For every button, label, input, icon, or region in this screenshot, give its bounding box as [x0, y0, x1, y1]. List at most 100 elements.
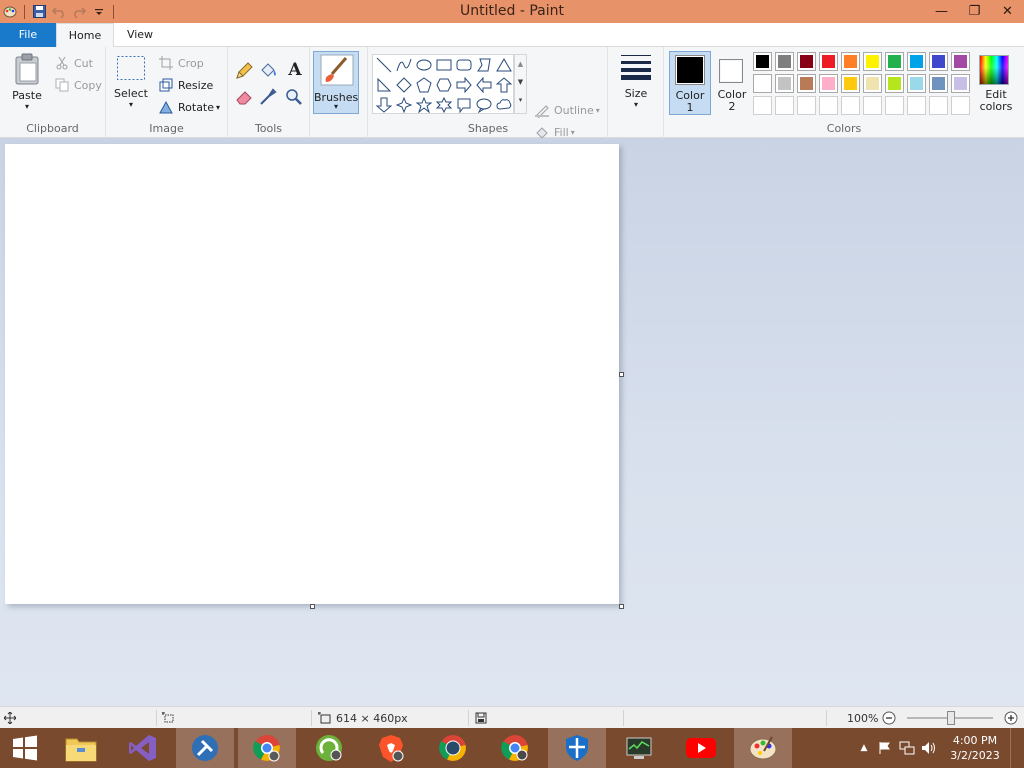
rounded-callout-shape-icon[interactable]: [454, 95, 474, 115]
palette-custom-slot[interactable]: [907, 96, 926, 115]
drawing-canvas[interactable]: [5, 144, 619, 604]
palette-custom-slot[interactable]: [929, 96, 948, 115]
palette-color-swatch[interactable]: [753, 74, 772, 93]
palette-color-swatch[interactable]: [863, 74, 882, 93]
crop-button[interactable]: Crop: [158, 53, 204, 73]
expand-gallery-icon[interactable]: ▾: [515, 91, 526, 109]
rounded-rectangle-shape-icon[interactable]: [454, 55, 474, 75]
outline-button[interactable]: Outline ▾: [534, 100, 600, 120]
palette-color-swatch[interactable]: [929, 74, 948, 93]
palette-color-swatch[interactable]: [775, 74, 794, 93]
zoom-out-button[interactable]: [882, 710, 896, 726]
cut-button[interactable]: Cut: [54, 53, 93, 73]
palette-custom-slot[interactable]: [885, 96, 904, 115]
color2-button[interactable]: Color 2: [714, 51, 750, 115]
resize-button[interactable]: Resize: [158, 75, 213, 95]
canvas-resize-handle-corner[interactable]: [619, 604, 624, 609]
tab-home[interactable]: Home: [56, 23, 114, 48]
close-button[interactable]: ✕: [991, 0, 1024, 23]
zoom-slider-thumb[interactable]: [947, 711, 955, 725]
palette-color-swatch[interactable]: [885, 74, 904, 93]
taskbar-chrome[interactable]: [238, 728, 296, 768]
taskbar-chrome-profile-2[interactable]: [486, 728, 544, 768]
palette-color-swatch[interactable]: [885, 52, 904, 71]
oval-shape-icon[interactable]: [414, 55, 434, 75]
palette-custom-slot[interactable]: [753, 96, 772, 115]
left-arrow-shape-icon[interactable]: [474, 75, 494, 95]
tab-file[interactable]: File: [0, 23, 56, 47]
zoom-slider[interactable]: [907, 710, 993, 726]
show-hidden-icons-icon[interactable]: ▲: [854, 743, 874, 753]
palette-custom-slot[interactable]: [775, 96, 794, 115]
taskbar-visual-studio[interactable]: [114, 728, 172, 768]
show-desktop-button[interactable]: [1010, 728, 1024, 768]
taskbar-tools[interactable]: [176, 728, 234, 768]
down-arrow-shape-icon[interactable]: [374, 95, 394, 115]
size-button[interactable]: Size ▾: [616, 53, 656, 109]
palette-color-swatch[interactable]: [863, 52, 882, 71]
brushes-button[interactable]: Brushes ▾: [313, 51, 359, 114]
palette-color-swatch[interactable]: [841, 74, 860, 93]
rectangle-shape-icon[interactable]: [434, 55, 454, 75]
color-picker-icon[interactable]: [258, 87, 280, 109]
cloud-callout-shape-icon[interactable]: [494, 95, 514, 115]
palette-color-swatch[interactable]: [775, 52, 794, 71]
taskbar-clock[interactable]: 4:00 PM 3/2/2023: [940, 733, 1010, 763]
five-point-star-shape-icon[interactable]: [414, 95, 434, 115]
palette-color-swatch[interactable]: [797, 52, 816, 71]
right-triangle-shape-icon[interactable]: [374, 75, 394, 95]
right-arrow-shape-icon[interactable]: [454, 75, 474, 95]
palette-custom-slot[interactable]: [863, 96, 882, 115]
edit-colors-button[interactable]: Edit colors: [976, 53, 1016, 117]
taskbar-paint[interactable]: [734, 728, 792, 768]
palette-color-swatch[interactable]: [951, 52, 970, 71]
scroll-up-icon[interactable]: ▲: [515, 55, 526, 73]
text-tool-icon[interactable]: A: [284, 60, 306, 82]
copy-button[interactable]: Copy: [54, 75, 102, 95]
palette-color-swatch[interactable]: [753, 52, 772, 71]
zoom-in-button[interactable]: [1004, 710, 1018, 726]
up-arrow-shape-icon[interactable]: [494, 75, 514, 95]
palette-custom-slot[interactable]: [819, 96, 838, 115]
pencil-icon[interactable]: [234, 61, 256, 83]
taskbar-youtube[interactable]: [672, 728, 730, 768]
taskbar-camtasia[interactable]: [300, 728, 358, 768]
palette-color-swatch[interactable]: [841, 52, 860, 71]
curve-shape-icon[interactable]: [394, 55, 414, 75]
tab-view[interactable]: View: [116, 23, 164, 47]
paste-button[interactable]: Paste ▾: [8, 53, 46, 111]
scroll-down-icon[interactable]: ▼: [515, 73, 526, 91]
taskbar-brave[interactable]: [362, 728, 420, 768]
taskbar-file-explorer[interactable]: [52, 728, 110, 768]
hexagon-shape-icon[interactable]: [434, 75, 454, 95]
palette-color-swatch[interactable]: [797, 74, 816, 93]
color1-button[interactable]: Color 1: [669, 51, 711, 115]
eraser-icon[interactable]: [234, 87, 256, 109]
volume-icon[interactable]: [918, 741, 940, 755]
restore-button[interactable]: ❐: [958, 0, 991, 23]
pentagon-shape-icon[interactable]: [414, 75, 434, 95]
four-point-star-shape-icon[interactable]: [394, 95, 414, 115]
taskbar-defender[interactable]: [548, 728, 606, 768]
diamond-shape-icon[interactable]: [394, 75, 414, 95]
palette-color-swatch[interactable]: [819, 74, 838, 93]
magnifier-icon[interactable]: [284, 87, 306, 109]
taskbar-task-manager[interactable]: [610, 728, 668, 768]
palette-custom-slot[interactable]: [797, 96, 816, 115]
network-icon[interactable]: [896, 741, 918, 755]
line-shape-icon[interactable]: [374, 55, 394, 75]
canvas-resize-handle-right[interactable]: [619, 372, 624, 377]
oval-callout-shape-icon[interactable]: [474, 95, 494, 115]
taskbar-chrome-profile[interactable]: [424, 728, 482, 768]
six-point-star-shape-icon[interactable]: [434, 95, 454, 115]
palette-color-swatch[interactable]: [907, 52, 926, 71]
minimize-button[interactable]: —: [925, 0, 958, 23]
polygon-shape-icon[interactable]: [474, 55, 494, 75]
palette-custom-slot[interactable]: [951, 96, 970, 115]
action-center-flag-icon[interactable]: [874, 741, 896, 755]
palette-custom-slot[interactable]: [841, 96, 860, 115]
palette-color-swatch[interactable]: [951, 74, 970, 93]
shapes-scrollbar[interactable]: ▲ ▼ ▾: [514, 54, 527, 114]
start-button[interactable]: [0, 728, 50, 768]
palette-color-swatch[interactable]: [907, 74, 926, 93]
